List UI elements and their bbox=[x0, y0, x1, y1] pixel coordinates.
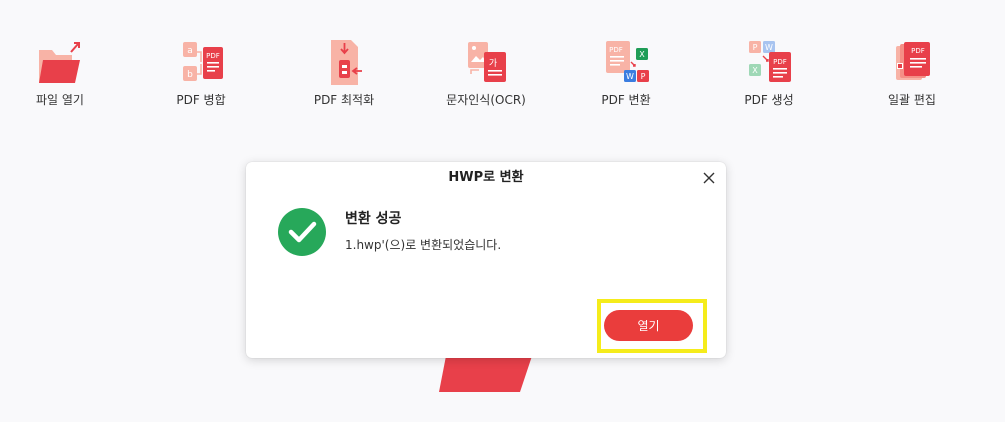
tool-label: PDF 최적화 bbox=[313, 93, 375, 107]
close-icon[interactable] bbox=[700, 169, 718, 187]
tool-label: PDF 생성 bbox=[744, 93, 794, 107]
message-title: 변환 성공 bbox=[345, 211, 402, 227]
svg-text:b: b bbox=[187, 70, 193, 80]
open-button[interactable]: 열기 bbox=[604, 310, 693, 341]
create-pdf-icon: P W X PDF bbox=[749, 41, 791, 82]
convert-pdf-icon: PDF X W P bbox=[606, 41, 649, 82]
message-body: 1.hwp'(으)로 변환되었습니다. bbox=[345, 238, 502, 252]
svg-text:a: a bbox=[187, 46, 193, 56]
ocr-icon: 가 bbox=[468, 42, 506, 82]
tool-label: PDF 병합 bbox=[176, 93, 226, 107]
svg-text:PDF: PDF bbox=[609, 46, 623, 54]
svg-text:W: W bbox=[626, 72, 634, 81]
svg-text:X: X bbox=[752, 66, 758, 75]
compress-pdf-icon bbox=[331, 40, 362, 85]
merge-pdf-icon: a b PDF bbox=[183, 42, 223, 81]
svg-text:PDF: PDF bbox=[206, 52, 220, 60]
svg-text:가: 가 bbox=[489, 58, 497, 69]
app-window: 파일 열기 a b PDF PDF 병합 PDF 최적화 가 문자인식(OCR)… bbox=[0, 0, 1005, 422]
tool-label: 일괄 편집 bbox=[888, 93, 936, 107]
tool-convert-pdf[interactable]: PDF X W P PDF 변환 bbox=[566, 38, 686, 110]
open-file-icon bbox=[39, 42, 80, 83]
tool-merge-pdf[interactable]: a b PDF PDF 병합 bbox=[141, 38, 261, 110]
batch-edit-icon: PDF bbox=[896, 42, 930, 80]
tool-label: PDF 변환 bbox=[601, 93, 651, 107]
svg-text:P: P bbox=[753, 43, 758, 52]
tool-label: 파일 열기 bbox=[36, 93, 84, 107]
tool-ocr[interactable]: 가 문자인식(OCR) bbox=[426, 38, 546, 110]
tool-open-file[interactable]: 파일 열기 bbox=[0, 38, 120, 110]
tool-batch-edit[interactable]: PDF 일괄 편집 bbox=[852, 38, 972, 110]
conversion-dialog: HWP로 변환 변환 성공 1.hwp'(으)로 변환되었습니다. 열기 bbox=[246, 162, 726, 358]
svg-text:P: P bbox=[641, 72, 646, 81]
dialog-title: HWP로 변환 bbox=[448, 170, 524, 185]
svg-text:W: W bbox=[765, 43, 773, 52]
svg-text:PDF: PDF bbox=[773, 58, 787, 66]
tool-create-pdf[interactable]: P W X PDF PDF 생성 bbox=[709, 38, 829, 110]
success-check-icon bbox=[278, 208, 326, 256]
toolbar: 파일 열기 a b PDF PDF 병합 PDF 최적화 가 문자인식(OCR)… bbox=[0, 38, 1005, 110]
svg-text:X: X bbox=[639, 50, 645, 59]
tool-compress-pdf[interactable]: PDF 최적화 bbox=[284, 38, 404, 110]
svg-text:PDF: PDF bbox=[911, 47, 925, 55]
drop-zone-illustration bbox=[439, 356, 532, 392]
tool-label: 문자인식(OCR) bbox=[446, 93, 526, 107]
